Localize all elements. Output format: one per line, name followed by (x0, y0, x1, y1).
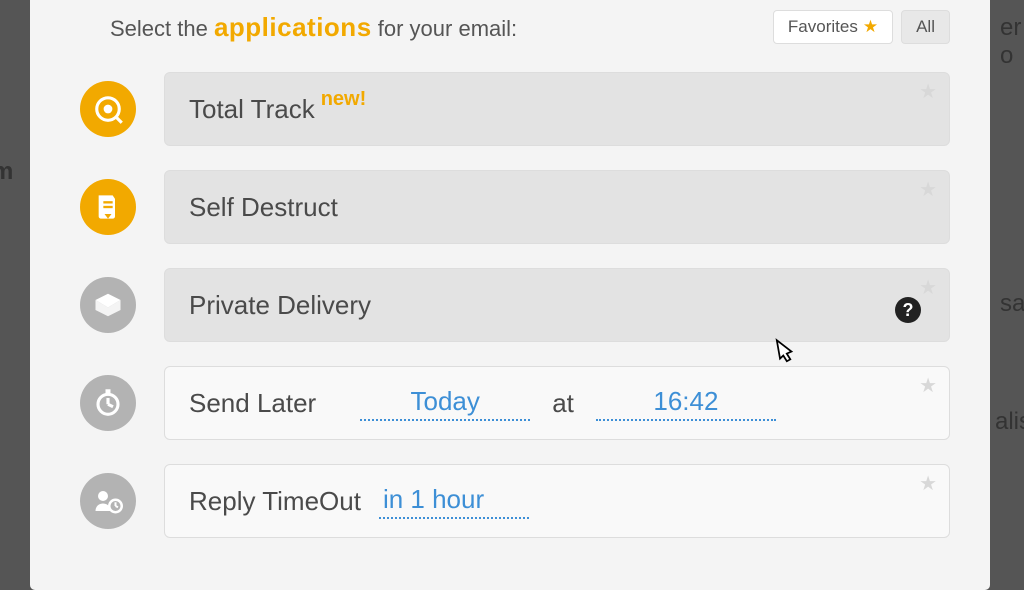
self-destruct-title: Self Destruct (189, 192, 338, 223)
send-later-date-input[interactable] (360, 386, 530, 421)
self-destruct-card[interactable]: Self Destruct ★ (164, 170, 950, 244)
instruction-highlight: applications (214, 12, 372, 42)
applications-panel: Select the applications for your email: … (30, 0, 990, 590)
total-track-card[interactable]: Total Track new! ★ (164, 72, 950, 146)
all-label: All (916, 17, 935, 37)
help-icon[interactable]: ? (895, 297, 921, 323)
filter-buttons: Favorites ★ All (773, 10, 950, 44)
all-filter-button[interactable]: All (901, 10, 950, 44)
app-row-send-later: Send Later at ★ (80, 366, 950, 440)
bg-text: er o (1000, 14, 1024, 70)
at-label: at (552, 388, 574, 419)
total-track-icon (80, 81, 136, 137)
favorite-star-icon[interactable]: ★ (919, 177, 937, 202)
bg-text: sa (1000, 290, 1024, 318)
app-row-total-track: Total Track new! ★ (80, 72, 950, 146)
bg-text: m (0, 158, 13, 186)
app-row-private-delivery: Private Delivery ? ★ (80, 268, 950, 342)
send-later-card[interactable]: Send Later at ★ (164, 366, 950, 440)
favorite-star-icon[interactable]: ★ (919, 79, 937, 104)
bg-text: alis (995, 408, 1024, 436)
total-track-title: Total Track (189, 94, 315, 125)
instruction-text: Select the applications for your email: (110, 12, 517, 43)
send-later-time-input[interactable] (596, 386, 776, 421)
panel-header: Select the applications for your email: … (80, 10, 950, 44)
private-delivery-card[interactable]: Private Delivery ? ★ (164, 268, 950, 342)
private-delivery-icon (80, 277, 136, 333)
instruction-suffix: for your email: (372, 16, 518, 41)
favorite-star-icon[interactable]: ★ (919, 373, 937, 398)
instruction-prefix: Select the (110, 16, 214, 41)
favorite-star-icon[interactable]: ★ (919, 275, 937, 300)
favorites-filter-button[interactable]: Favorites ★ (773, 10, 893, 44)
self-destruct-icon (80, 179, 136, 235)
app-row-reply-timeout: Reply TimeOut ★ (80, 464, 950, 538)
star-icon: ★ (863, 17, 878, 37)
app-row-self-destruct: Self Destruct ★ (80, 170, 950, 244)
send-later-title: Send Later (189, 388, 316, 419)
reply-timeout-icon (80, 473, 136, 529)
send-later-icon (80, 375, 136, 431)
favorite-star-icon[interactable]: ★ (919, 471, 937, 496)
private-delivery-title: Private Delivery (189, 290, 371, 321)
applications-list: Total Track new! ★ Self Destruct ★ Priva… (80, 72, 950, 538)
reply-timeout-card[interactable]: Reply TimeOut ★ (164, 464, 950, 538)
reply-timeout-input[interactable] (379, 484, 529, 519)
favorites-label: Favorites (788, 17, 858, 37)
reply-timeout-title: Reply TimeOut (189, 486, 361, 517)
new-badge: new! (321, 88, 367, 111)
